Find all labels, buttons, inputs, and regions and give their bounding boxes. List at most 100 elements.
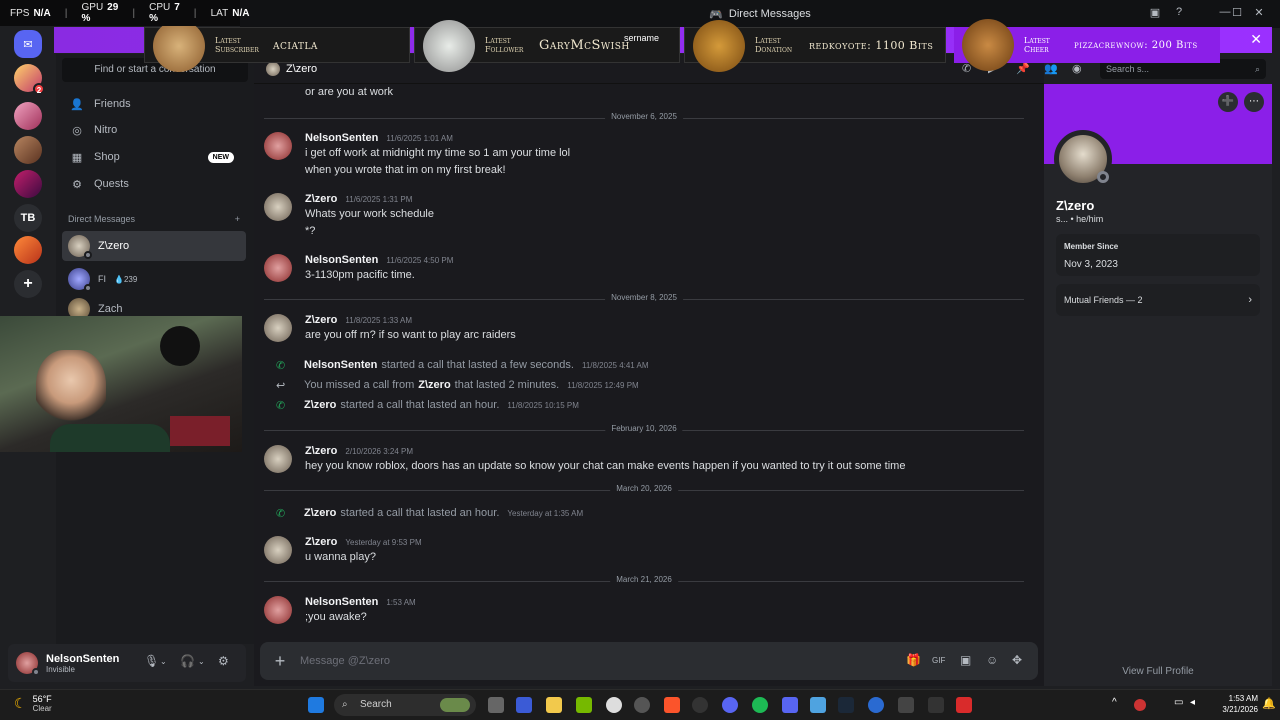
app-icon-blue[interactable] (782, 697, 798, 713)
call-user[interactable]: Z\zero (418, 379, 450, 391)
banner-close-icon[interactable]: ✕ (1250, 31, 1262, 48)
app-icon-clock[interactable] (634, 697, 650, 713)
author-name[interactable]: Z\zero (305, 314, 337, 326)
notification-bell-icon[interactable]: 🔔 (1262, 697, 1278, 713)
dm-item-zzero[interactable]: Z\zero (62, 231, 246, 261)
server-tb[interactable]: TB (14, 204, 42, 232)
author-name[interactable]: Z\zero (305, 193, 337, 205)
add-friends-icon[interactable]: 👥 (1044, 62, 1058, 75)
maximize-button[interactable]: ☐ (1228, 6, 1246, 22)
author-name[interactable]: NelsonSenten (305, 132, 378, 144)
discord-taskbar-icon[interactable] (722, 697, 738, 713)
tray-app-icon[interactable] (1134, 699, 1146, 711)
gif-icon[interactable]: GIF (932, 656, 945, 665)
chevron-down-icon[interactable]: ⌄ (198, 657, 205, 666)
server-avatar-2[interactable] (14, 102, 42, 130)
author-name[interactable]: NelsonSenten (305, 596, 378, 608)
attach-plus-icon[interactable]: + (260, 651, 300, 672)
subscriber-label: Latest Subscriber (215, 36, 259, 54)
file-explorer-icon[interactable] (546, 697, 562, 713)
more-options-icon[interactable]: ⋯ (1244, 92, 1264, 112)
task-view-icon[interactable] (488, 697, 504, 713)
help-icon[interactable]: ? (1170, 6, 1188, 22)
message-text: 3-1130pm pacific time. (305, 269, 415, 281)
dm-item-fi[interactable]: FI 💧239 (62, 264, 246, 294)
gift-icon[interactable]: 🎁 (906, 653, 921, 667)
moon-weather-icon: ☾ (14, 695, 27, 711)
app-icon-red[interactable] (956, 697, 972, 713)
server-avatar-4[interactable] (14, 170, 42, 198)
lat-value: N/A (232, 7, 250, 19)
author-name[interactable]: NelsonSenten (305, 254, 378, 266)
pin-icon[interactable]: 📌 (1016, 62, 1030, 75)
author-avatar[interactable] (264, 536, 292, 564)
profile-subtitle: s... • he/him (1056, 214, 1104, 224)
microphone-icon[interactable]: 🎙 (144, 654, 159, 668)
profile-panel: ➕ ⋯ Z\zero s... • he/him Member Since No… (1044, 84, 1272, 686)
system-clock[interactable]: 1:53 AM 3/21/2026 (1204, 693, 1258, 715)
call-user[interactable]: Z\zero (304, 399, 336, 411)
emoji-icon[interactable]: ☺ (986, 653, 998, 667)
poster-decoration (160, 326, 200, 366)
server-avatar-pizza[interactable] (14, 236, 42, 264)
nvidia-icon[interactable] (576, 697, 592, 713)
nav-nitro[interactable]: ◎ Nitro (64, 117, 246, 143)
widgets-icon[interactable] (516, 697, 532, 713)
author-avatar[interactable] (264, 132, 292, 160)
app-icon-tools[interactable] (898, 697, 914, 713)
tray-overflow-icon[interactable]: ^ (1112, 697, 1128, 713)
app-icon-globe[interactable] (868, 697, 884, 713)
start-button[interactable] (308, 697, 324, 713)
taskbar-search[interactable]: ⌕ Search (334, 694, 476, 716)
discord-home-button[interactable]: ✉ (14, 30, 42, 58)
headphones-icon[interactable]: 🎧 (180, 654, 195, 668)
chevron-down-icon[interactable]: ⌄ (160, 657, 167, 666)
call-user[interactable]: NelsonSenten (304, 359, 377, 371)
nav-friends-label: Friends (94, 98, 131, 110)
cpu-label: CPU (149, 2, 171, 13)
missed-call-icon: ↩ (276, 379, 286, 392)
create-dm-button[interactable]: + (235, 214, 240, 224)
nitro-icon: ◎ (72, 124, 82, 137)
steam-icon[interactable] (838, 697, 854, 713)
phone-icon: ✆ (276, 507, 286, 520)
network-icon[interactable]: ▭ (1174, 697, 1190, 713)
close-window-button[interactable]: ✕ (1250, 6, 1268, 22)
mutual-friends-row[interactable]: Mutual Friends — 2 › (1056, 284, 1260, 316)
nav-friends[interactable]: 👤 Friends (64, 91, 246, 117)
add-server-button[interactable]: + (14, 270, 42, 298)
message-input[interactable]: Message @Z\zero (300, 655, 390, 667)
weather-widget[interactable]: ☾ 56°F Clear (14, 694, 52, 713)
add-friend-icon[interactable]: ➕ (1218, 92, 1238, 112)
message-text: Whats your work schedule (305, 208, 434, 220)
clock-date: 3/21/2026 (1222, 705, 1258, 714)
call-user[interactable]: Z\zero (304, 507, 336, 519)
author-avatar[interactable] (264, 596, 292, 624)
author-avatar[interactable] (264, 254, 292, 282)
spotify-icon[interactable] (752, 697, 768, 713)
user-profile-icon[interactable]: ◉ (1072, 62, 1082, 75)
title-bar: 🎮 Direct Messages ▣ ? — ☐ ✕ (240, 0, 1280, 28)
sticker-icon[interactable]: ▣ (960, 653, 971, 667)
nav-shop[interactable]: ▦ Shop NEW (64, 144, 246, 170)
settings-gear-icon[interactable]: ⚙ (218, 654, 229, 668)
app-icon-dark[interactable] (928, 697, 944, 713)
app-icon-ring[interactable] (692, 697, 708, 713)
server-avatar-1[interactable]: 2 (14, 64, 45, 95)
user-avatar[interactable] (16, 652, 40, 676)
server-avatar-3[interactable] (14, 136, 42, 164)
inbox-icon[interactable]: ▣ (1146, 6, 1164, 22)
author-avatar[interactable] (264, 314, 292, 342)
apps-icon[interactable]: ✥ (1012, 653, 1022, 667)
brave-browser-icon[interactable] (664, 697, 680, 713)
notepad-icon[interactable] (810, 697, 826, 713)
app-icon-gear[interactable] (606, 697, 622, 713)
author-avatar[interactable] (264, 445, 292, 473)
author-name[interactable]: Z\zero (305, 445, 337, 457)
message-composer[interactable]: + Message @Z\zero 🎁 GIF ▣ ☺ ✥ (260, 642, 1038, 680)
shop-icon: ▦ (71, 151, 83, 164)
nav-quests[interactable]: ⚙ Quests (64, 171, 246, 197)
author-avatar[interactable] (264, 193, 292, 221)
author-name[interactable]: Z\zero (305, 536, 337, 548)
view-full-profile-button[interactable]: View Full Profile (1044, 666, 1272, 677)
